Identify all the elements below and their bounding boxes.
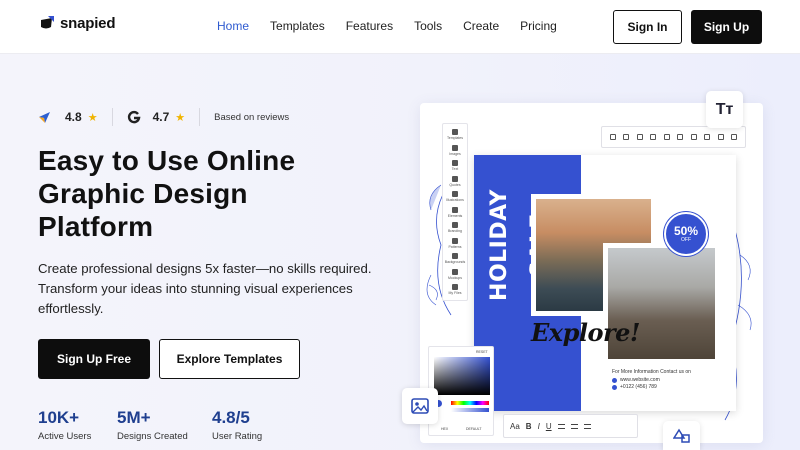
element-toolbar <box>601 126 746 148</box>
hero-title: Easy to Use Online Graphic Design Platfo… <box>38 145 296 242</box>
top-nav: snapied Home Templates Features Tools Cr… <box>0 0 800 54</box>
font-size-control[interactable]: Aa <box>510 422 520 431</box>
text-icon <box>451 160 458 167</box>
copy-icon[interactable] <box>704 134 711 140</box>
star-icon: ★ <box>87 111 98 124</box>
brand-name: snapied <box>60 15 116 32</box>
nav-item-create[interactable]: Create <box>463 19 499 33</box>
nav-item-home[interactable]: Home <box>217 19 249 33</box>
underline-icon[interactable]: U <box>546 422 552 431</box>
fill-icon[interactable] <box>650 134 657 140</box>
ratings-bar: 4.8 ★ 4.7 ★ Based on reviews <box>38 108 289 126</box>
italic-icon[interactable]: I <box>538 422 540 431</box>
rating-g2: 4.7 ★ <box>127 110 186 124</box>
tool-backgrounds[interactable]: Backgrounds <box>445 253 465 269</box>
nav-item-features[interactable]: Features <box>346 19 393 33</box>
opacity-slider[interactable] <box>451 408 489 412</box>
g2-icon <box>127 110 141 124</box>
phone-icon <box>612 385 617 391</box>
text-format-toolbar: Aa B I U <box>503 414 638 438</box>
folder-icon <box>452 284 458 291</box>
tool-my-files[interactable]: My Files <box>448 284 462 300</box>
holiday-sale-text: HOLIDAY SALE <box>487 189 552 301</box>
nav-item-pricing[interactable]: Pricing <box>520 19 557 33</box>
star-icon: ★ <box>175 111 186 124</box>
tool-elements[interactable]: Elements <box>448 206 462 223</box>
logo-icon <box>41 16 54 29</box>
divider <box>199 108 201 126</box>
stat-user-rating: 4.8/5 User Rating <box>212 408 263 442</box>
nav-item-tools[interactable]: Tools <box>414 19 442 33</box>
globe-icon <box>612 377 617 383</box>
shapes-tool-button[interactable] <box>663 421 700 450</box>
text-tool-icon[interactable]: Tт <box>706 91 743 128</box>
quote-icon <box>451 175 458 182</box>
image-tool-button[interactable] <box>402 388 438 424</box>
hue-slider[interactable] <box>451 401 489 405</box>
sign-up-button[interactable]: Sign Up <box>691 10 762 44</box>
contact-info: For More Information Contact us on www.w… <box>612 369 691 391</box>
tool-templates[interactable]: Templates <box>447 129 463 145</box>
tool-patterns[interactable]: Patterns <box>448 237 462 254</box>
bold-icon[interactable]: B <box>526 422 532 431</box>
stat-designs-created: 5M+ Designs Created <box>117 408 188 442</box>
duplicate-icon[interactable] <box>717 134 724 140</box>
trash-icon[interactable] <box>731 134 738 140</box>
explore-text: Explore! <box>531 318 640 347</box>
nav-item-templates[interactable]: Templates <box>270 19 325 33</box>
tool-images[interactable]: Images <box>449 144 461 161</box>
discount-badge: 50% OFF <box>664 212 708 256</box>
rating-capterra: 4.8 ★ <box>38 110 98 124</box>
image-icon <box>411 398 429 414</box>
elements-icon <box>452 206 458 213</box>
brand-logo[interactable]: snapied <box>39 15 115 32</box>
mockup-icon <box>451 268 458 275</box>
sign-in-button[interactable]: Sign In <box>613 10 682 44</box>
background-icon <box>452 253 458 260</box>
capterra-icon <box>39 111 50 123</box>
tool-illustrations[interactable]: Illustrations <box>446 191 464 207</box>
pattern-icon <box>451 237 458 244</box>
crop-icon[interactable] <box>623 134 630 140</box>
stat-active-users: 10K+ Active Users <box>38 408 92 442</box>
rating-value-2: 4.7 <box>152 110 170 124</box>
tool-quotes[interactable]: Quotes <box>449 175 461 192</box>
divider <box>111 108 113 126</box>
edit-icon[interactable] <box>609 134 616 140</box>
hero-description: Create professional designs 5x faster—no… <box>38 261 372 316</box>
rating-value-1: 4.8 <box>65 110 82 124</box>
color-gradient[interactable] <box>434 357 490 395</box>
grid-icon <box>451 129 458 135</box>
list-icon[interactable] <box>583 423 591 429</box>
image-icon <box>451 144 458 151</box>
lock-icon[interactable] <box>690 134 697 140</box>
align-center-icon[interactable] <box>570 423 578 429</box>
illustration-icon <box>451 191 458 198</box>
explore-templates-button[interactable]: Explore Templates <box>159 339 300 379</box>
based-on-reviews: Based on reviews <box>214 111 290 123</box>
layers-icon[interactable] <box>663 134 670 140</box>
tool-text[interactable]: Text <box>452 160 458 176</box>
shapes-icon <box>672 428 690 443</box>
align-left-icon[interactable] <box>557 423 565 429</box>
nav-links: Home Templates Features Tools Create Pri… <box>217 19 578 33</box>
tool-branding[interactable]: Branding <box>448 222 462 238</box>
frame-icon[interactable] <box>636 134 643 140</box>
sign-up-free-button[interactable]: Sign Up Free <box>38 339 150 379</box>
tools-side-panel: Templates Images Text Quotes Illustratio… <box>442 123 468 301</box>
align-icon[interactable] <box>677 134 684 140</box>
branding-icon <box>451 222 458 229</box>
tool-mockups[interactable]: Mockups <box>448 268 462 285</box>
